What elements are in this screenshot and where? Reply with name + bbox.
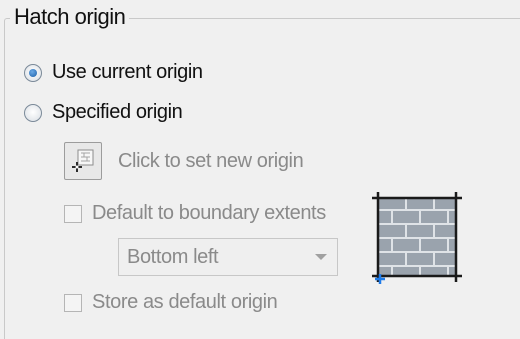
set-origin-label: Click to set new origin (118, 149, 304, 172)
boundary-position-dropdown[interactable]: Bottom left (118, 238, 338, 276)
boundary-position-value: Bottom left (127, 245, 219, 268)
default-to-boundary-label: Default to boundary extents (92, 202, 326, 224)
store-default-origin-checkbox[interactable] (64, 293, 82, 312)
specified-origin-option[interactable]: Specified origin (24, 101, 183, 124)
pick-point-icon (72, 149, 94, 172)
hatch-origin-preview-icon (372, 192, 462, 284)
use-current-origin-radio[interactable] (24, 63, 42, 82)
use-current-origin-label: Use current origin (52, 61, 203, 83)
specified-origin-radio[interactable] (24, 103, 42, 122)
set-origin-row: Click to set new origin (64, 142, 304, 180)
store-default-origin-label: Store as default origin (92, 291, 278, 313)
group-title: Hatch origin (10, 4, 130, 30)
store-default-origin-option[interactable]: Store as default origin (64, 291, 278, 314)
default-to-boundary-checkbox[interactable] (64, 204, 82, 223)
chevron-down-icon (315, 254, 327, 260)
default-to-boundary-option[interactable]: Default to boundary extents (64, 202, 326, 225)
set-origin-button[interactable] (64, 142, 102, 180)
specified-origin-label: Specified origin (52, 101, 183, 123)
use-current-origin-option[interactable]: Use current origin (24, 61, 203, 84)
